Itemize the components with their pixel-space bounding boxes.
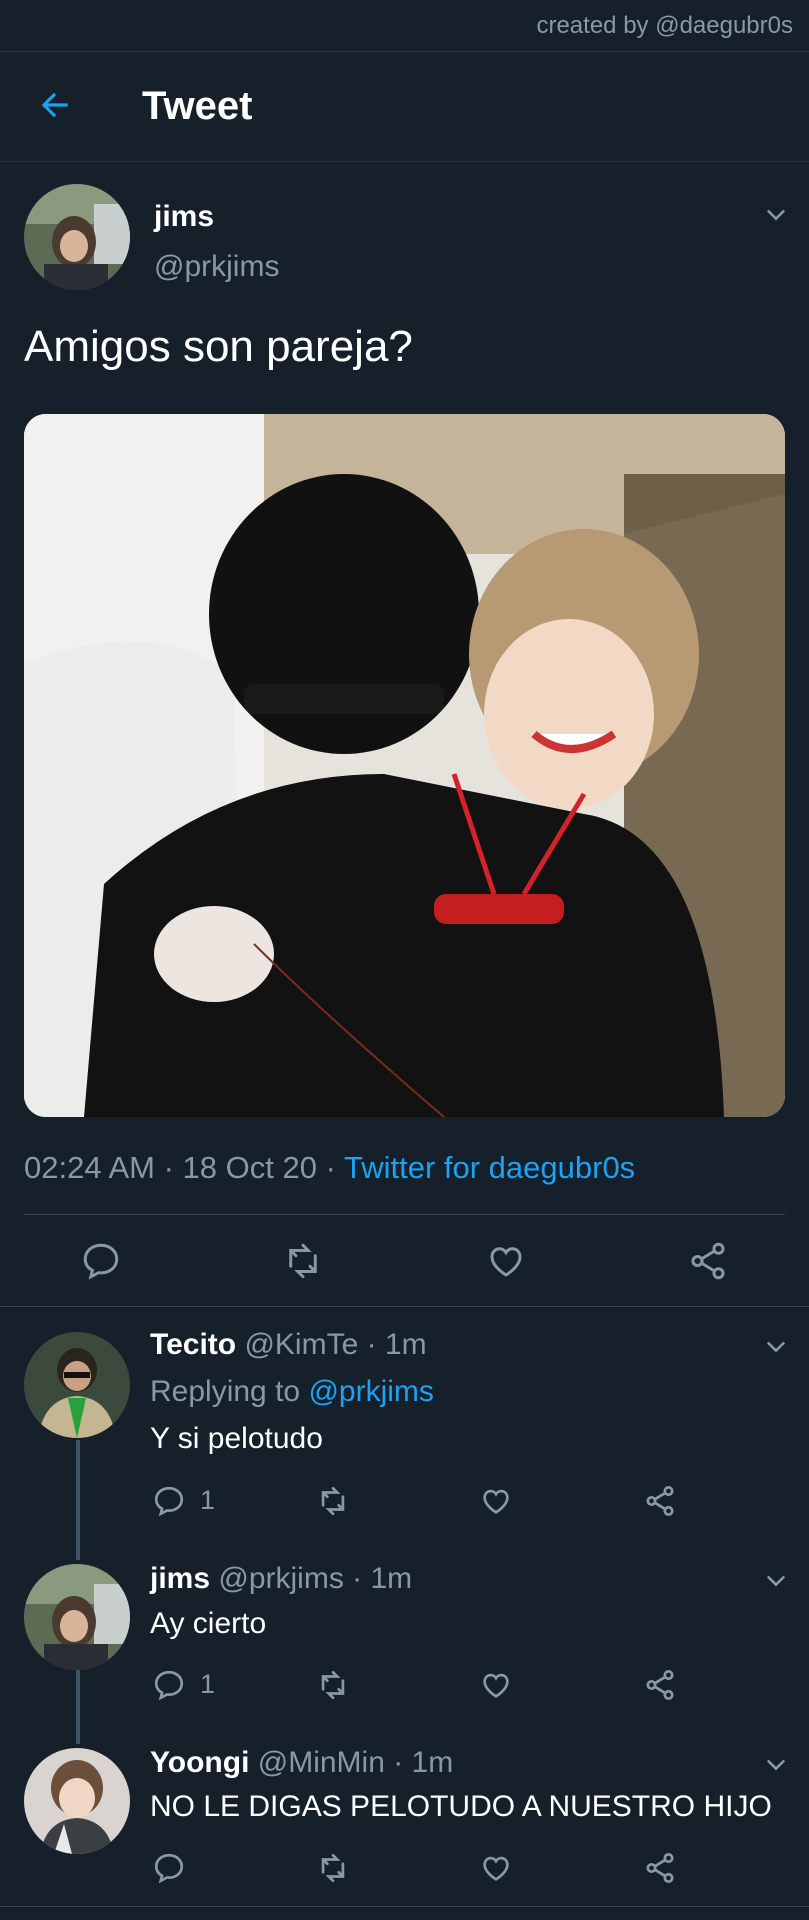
replying-to-mention[interactable]: @prkjims	[308, 1375, 433, 1408]
reply-author-meta: @prkjims · 1m	[218, 1562, 413, 1595]
share-icon[interactable]	[643, 1484, 677, 1518]
author-avatar[interactable]	[24, 184, 130, 290]
reply-count: 1	[200, 1669, 216, 1699]
thread-line	[76, 1440, 80, 1560]
share-icon[interactable]	[687, 1240, 729, 1282]
reply-icon[interactable]	[152, 1851, 186, 1885]
header: Tweet	[0, 52, 809, 162]
reply-icon[interactable]	[80, 1240, 122, 1282]
reply-header: Tecito @KimTe · 1m	[150, 1328, 427, 1362]
replying-to: Replying to @prkjims	[150, 1375, 434, 1409]
reply-text: NO LE DIGAS PELOTUDO A NUESTRO HIJO	[150, 1790, 772, 1823]
page-title: Tweet	[142, 84, 253, 128]
chevron-down-icon[interactable]	[762, 200, 790, 228]
tweet-date: 18 Oct 20	[182, 1150, 317, 1185]
chevron-down-icon[interactable]	[762, 1332, 790, 1360]
reply-author-name[interactable]: Tecito	[150, 1328, 236, 1361]
reply-avatar[interactable]	[24, 1564, 130, 1670]
tweet-source-link[interactable]: Twitter for daegubr0s	[344, 1150, 635, 1185]
reply-author-name[interactable]: jims	[150, 1562, 210, 1595]
reply-author-name[interactable]: Yoongi	[150, 1746, 249, 1779]
retweet-icon[interactable]	[316, 1668, 350, 1702]
like-icon[interactable]	[479, 1668, 513, 1702]
reply-header: Yoongi @MinMin · 1m	[150, 1746, 453, 1780]
retweet-icon[interactable]	[282, 1240, 324, 1282]
reply-author-meta: @MinMin · 1m	[257, 1746, 454, 1779]
credit-text: created by @daegubr0s	[0, 0, 809, 52]
meta-separator: ·	[163, 1150, 183, 1185]
chevron-down-icon[interactable]	[762, 1750, 790, 1778]
retweet-icon[interactable]	[316, 1484, 350, 1518]
divider	[24, 1214, 785, 1215]
thread-line	[76, 1668, 80, 1744]
chevron-down-icon[interactable]	[762, 1566, 790, 1594]
reply-icon[interactable]	[152, 1484, 186, 1518]
reply-text: Ay cierto	[150, 1607, 267, 1640]
divider	[0, 1906, 809, 1907]
tweet-time: 02:24 AM	[24, 1150, 155, 1185]
reply-avatar[interactable]	[24, 1748, 130, 1854]
like-icon[interactable]	[485, 1240, 527, 1282]
back-arrow-icon[interactable]	[36, 86, 74, 124]
reply-text: Y si pelotudo	[150, 1422, 323, 1455]
reply-author-meta: @KimTe · 1m	[244, 1328, 427, 1361]
tweet-photo[interactable]	[24, 414, 785, 1117]
reply-header: jims @prkjims · 1m	[150, 1562, 412, 1596]
reply-icon[interactable]	[152, 1668, 186, 1702]
reply-count: 1	[200, 1485, 216, 1515]
retweet-icon[interactable]	[316, 1851, 350, 1885]
replying-to-label: Replying to	[150, 1375, 301, 1408]
divider	[0, 1306, 809, 1307]
like-icon[interactable]	[479, 1484, 513, 1518]
author-handle[interactable]: @prkjims	[154, 250, 279, 284]
meta-separator: ·	[325, 1150, 344, 1185]
tweet-meta: 02:24 AM · 18 Oct 20 · Twitter for daegu…	[24, 1150, 635, 1186]
share-icon[interactable]	[643, 1668, 677, 1702]
reply-avatar[interactable]	[24, 1332, 130, 1438]
tweet-text: Amigos son pareja?	[24, 322, 413, 371]
like-icon[interactable]	[479, 1851, 513, 1885]
share-icon[interactable]	[643, 1851, 677, 1885]
author-name[interactable]: jims	[154, 200, 214, 234]
